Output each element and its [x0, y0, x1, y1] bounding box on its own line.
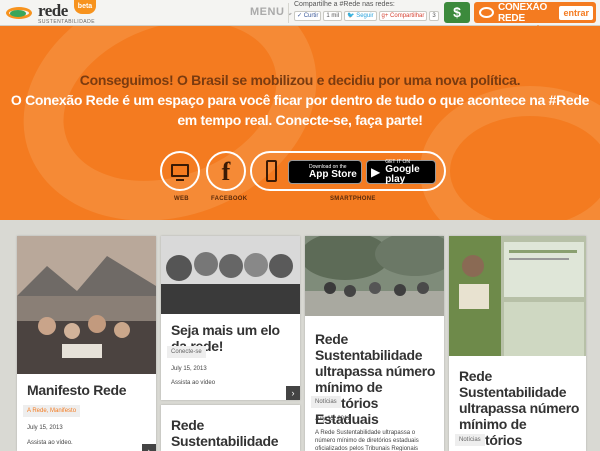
post-photo [449, 236, 586, 356]
top-bar: rede SUSTENTABILIDADE beta MENU ⌄ Compart… [0, 0, 600, 26]
post-title[interactable]: Manifesto Rede [27, 382, 152, 398]
like-button[interactable]: ✓ Curtir [294, 11, 322, 21]
divider [288, 3, 289, 23]
facebook-link[interactable]: f [206, 151, 246, 191]
google-play-button[interactable]: ▶ GET IT ON Google play [366, 159, 436, 184]
post-title[interactable]: Rede Sustentabilidade ultrapassa número … [315, 331, 440, 427]
hero-banner: Conseguimos! O Brasil se mobilizou e dec… [0, 26, 600, 220]
smartphone-links: Download on the App Store ▶ GET IT ON Go… [250, 151, 446, 191]
post-card[interactable]: Rede Sustentabilidade reafirma que não [161, 405, 300, 451]
hero-text: Conseguimos! O Brasil se mobilizou e dec… [0, 70, 600, 130]
chevron-right-icon[interactable]: › [142, 444, 156, 451]
app-store-button[interactable]: Download on the App Store [288, 160, 362, 184]
post-card[interactable]: Manifesto Rede A Rede, Manifesto July 15… [17, 236, 156, 451]
play-icon: ▶ [371, 165, 381, 179]
rede-logo-icon [479, 7, 494, 18]
post-photo [305, 236, 444, 316]
connect-label: CONEXÃO REDE [497, 1, 548, 24]
connect-rede-button[interactable]: CONEXÃO REDE entrar [474, 1, 596, 24]
logo-mark-icon [6, 5, 34, 21]
hero-line-1: Conseguimos! O Brasil se mobilizou e dec… [79, 72, 521, 88]
share-label: Compartilhe a #Rede nas redes: [294, 1, 395, 8]
facebook-caption: FACEBOOK [211, 196, 248, 202]
logo-subtext: SUSTENTABILIDADE [38, 18, 96, 25]
hero-line-2: O Conexão Rede é um espaço para você fic… [10, 92, 590, 108]
monitor-icon [171, 164, 189, 177]
post-card[interactable]: Rede Sustentabilidade ultrapassa número … [305, 236, 444, 451]
share-buttons: ✓ Curtir 1 mil 🐦 Seguir g+ Compartilhar … [294, 11, 439, 21]
smartphone-caption: SMARTPHONE [330, 196, 376, 202]
post-photo [161, 236, 300, 314]
post-date: July 15, 2013 [171, 366, 207, 372]
post-card[interactable]: Rede Sustentabilidade ultrapassa número … [449, 236, 586, 451]
post-excerpt: Assista ao vídeo [171, 380, 216, 386]
post-date: July 15, 2013 [27, 425, 63, 431]
follow-button[interactable]: 🐦 Seguir [344, 11, 377, 21]
post-photo [17, 236, 156, 374]
dollar-icon[interactable]: $ [444, 2, 470, 23]
post-tag[interactable]: Conecte-se [167, 346, 206, 358]
post-tag[interactable]: Notícias [455, 434, 485, 446]
post-date: July 15, 2013 [315, 416, 351, 422]
post-excerpt: A Rede Sustentabilidade ultrapassa o núm… [315, 430, 419, 451]
share-count: 3 [429, 11, 439, 21]
smartphone-icon [266, 160, 277, 182]
login-button[interactable]: entrar [559, 5, 593, 20]
post-tag[interactable]: A Rede, Manifesto [23, 405, 81, 417]
menu-label: MENU [250, 6, 285, 18]
post-title[interactable]: Rede Sustentabilidade reafirma que não [171, 417, 296, 451]
post-card[interactable]: Seja mais um elo da rede! Conecte-se Jul… [161, 236, 300, 400]
hero-line-3: em tempo real. Conecte-se, faça parte! [177, 112, 423, 128]
post-tag[interactable]: Notícias [311, 396, 341, 408]
web-link[interactable] [160, 151, 200, 191]
post-excerpt: Assista ao vídeo. [27, 440, 73, 446]
chevron-right-icon[interactable]: › [286, 386, 300, 400]
share-button[interactable]: g+ Compartilhar [378, 11, 428, 21]
beta-badge: beta [74, 0, 96, 14]
facebook-icon: f [221, 157, 231, 186]
web-caption: WEB [174, 196, 189, 202]
like-count: 1 mil [323, 11, 343, 21]
